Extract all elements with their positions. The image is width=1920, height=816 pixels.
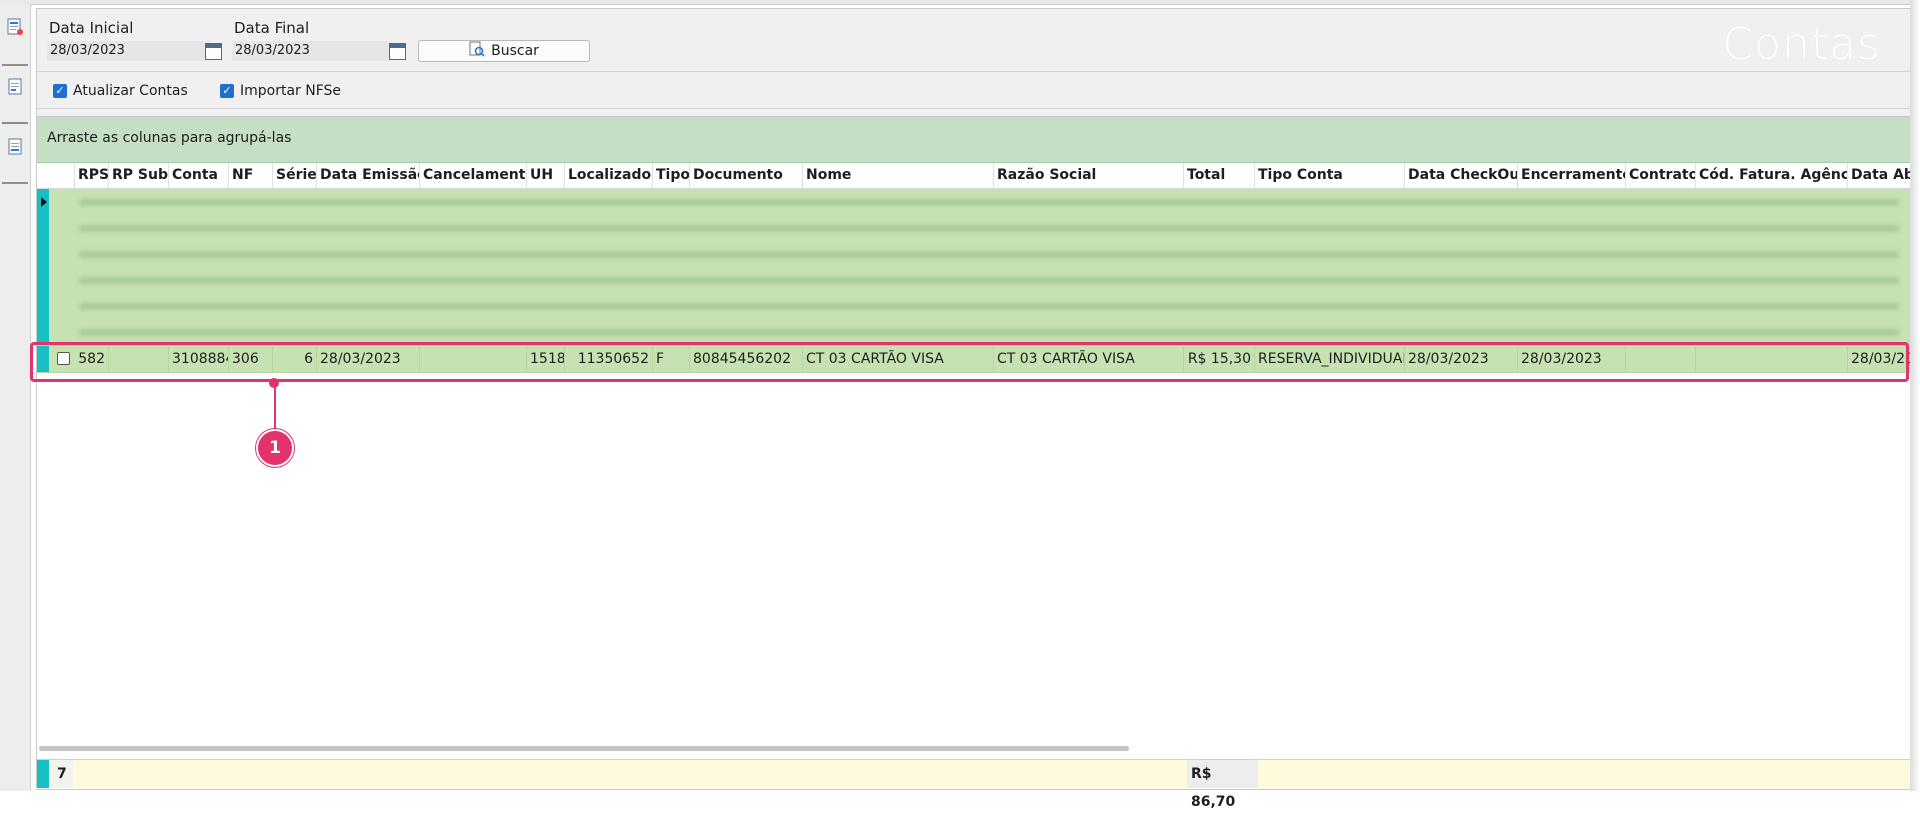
group-by-panel[interactable]: Arraste as colunas para agrupá-las: [37, 117, 1911, 163]
column-header-serie[interactable]: Série: [273, 163, 317, 188]
column-header-nf[interactable]: NF: [229, 163, 273, 188]
buscar-button[interactable]: Buscar: [418, 40, 590, 62]
data-final-input[interactable]: 28/03/2023: [232, 41, 392, 61]
contas-panel: Data Inicial 28/03/2023 Data Final 28/03…: [36, 8, 1912, 810]
column-header-data-ab[interactable]: Data Ab: [1848, 163, 1911, 188]
contas-grid: Arraste as colunas para agrupá-las RPS R…: [37, 116, 1911, 810]
column-header-tipo[interactable]: Tipo: [653, 163, 690, 188]
rail-export-button[interactable]: [4, 138, 26, 160]
column-header-rps[interactable]: RPS: [75, 163, 109, 188]
footer-record-count: 7: [51, 760, 73, 788]
importar-nfse-label: Importar NFSe: [240, 83, 342, 99]
column-header-rp-sub[interactable]: RP Sub.: [109, 163, 169, 188]
table-row-redacted[interactable]: [37, 241, 1911, 268]
column-header-nome[interactable]: Nome: [803, 163, 994, 188]
column-header-encerramento[interactable]: Encerramento: [1518, 163, 1626, 188]
rail-separator: [2, 182, 28, 184]
table-row-redacted[interactable]: [37, 189, 1911, 216]
column-header-localizador[interactable]: Localizador: [565, 163, 653, 188]
buscar-label: Buscar: [491, 43, 539, 59]
column-header-data-emissao[interactable]: Data Emissão: [317, 163, 420, 188]
header-selector: [37, 163, 75, 188]
table-row-redacted[interactable]: [37, 215, 1911, 242]
rail-report-button[interactable]: [4, 78, 26, 100]
column-header-razao-social[interactable]: Razão Social: [994, 163, 1184, 188]
table-row-redacted[interactable]: [37, 293, 1911, 320]
callout-line: [274, 382, 276, 430]
export-document-icon: [6, 138, 24, 160]
data-final-label: Data Final: [234, 19, 310, 37]
options-bar: ✓ Atualizar Contas ✓ Importar NFSe: [37, 72, 1911, 109]
column-header-documento[interactable]: Documento: [690, 163, 803, 188]
search-document-icon: [469, 41, 485, 61]
data-inicial-input[interactable]: 28/03/2023: [47, 41, 209, 61]
left-toolbar: [0, 4, 31, 791]
column-header-data-checkout[interactable]: Data CheckOut: [1405, 163, 1518, 188]
atualizar-contas-checkbox[interactable]: ✓: [53, 84, 67, 98]
filter-bar: Data Inicial 28/03/2023 Data Final 28/03…: [37, 9, 1911, 72]
column-header-conta[interactable]: Conta: [169, 163, 229, 188]
table-row-redacted[interactable]: [37, 267, 1911, 294]
horizontal-scrollbar[interactable]: [39, 746, 1129, 751]
rail-separator: [2, 64, 28, 66]
calendar-icon[interactable]: [389, 43, 406, 60]
data-inicial-label: Data Inicial: [49, 19, 134, 37]
importar-nfse-checkbox[interactable]: ✓: [220, 84, 234, 98]
column-header-uh[interactable]: UH: [527, 163, 565, 188]
grid-footer: 7 R$ 86,70: [37, 759, 1911, 810]
footer-total: R$ 86,70: [1187, 760, 1258, 810]
report-icon: [6, 78, 24, 100]
window-edge: [1910, 0, 1920, 791]
page-title: Contas: [1722, 19, 1881, 70]
column-header-cod-fatura-agencia[interactable]: Cód. Fatura. Agência: [1696, 163, 1848, 188]
column-header-tipo-conta[interactable]: Tipo Conta: [1255, 163, 1405, 188]
grid-header: RPS RP Sub. Conta NF Série Data Emissão …: [37, 163, 1911, 189]
atualizar-contas-label: Atualizar Contas: [73, 83, 188, 99]
group-by-hint: Arraste as colunas para agrupá-las: [47, 130, 292, 146]
column-header-total[interactable]: Total: [1184, 163, 1255, 188]
calendar-icon[interactable]: [205, 43, 222, 60]
highlight-frame: [30, 342, 1909, 382]
window-frame-top: [0, 0, 1920, 5]
callout-badge: 1: [256, 429, 294, 467]
rail-separator: [2, 122, 28, 124]
column-header-contrato[interactable]: Contrato: [1626, 163, 1696, 188]
column-header-cancelamento[interactable]: Cancelamento: [420, 163, 527, 188]
current-row-arrow-icon: [41, 197, 47, 207]
callout-anchor: [269, 378, 279, 388]
rail-contas-button[interactable]: [4, 18, 26, 40]
document-list-icon: [6, 18, 24, 40]
